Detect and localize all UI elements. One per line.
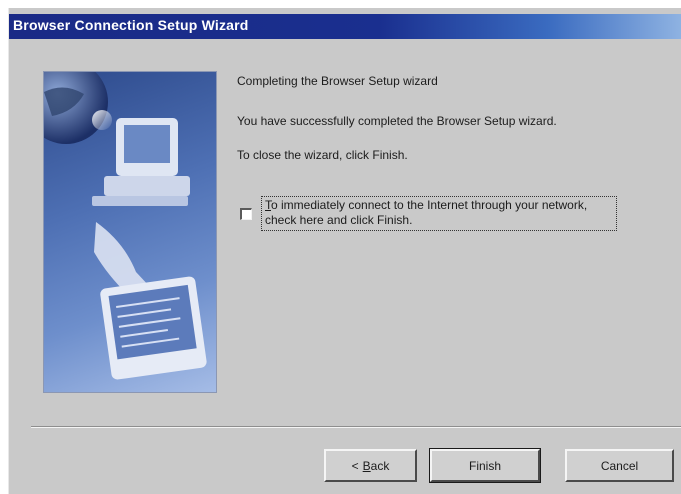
page-heading: Completing the Browser Setup wizard — [237, 74, 438, 88]
wizard-dialog: Browser Connection Setup Wizard Completi… — [8, 8, 681, 494]
back-button[interactable]: < Back — [324, 449, 417, 482]
close-instructions: To close the wizard, click Finish. — [237, 148, 408, 162]
back-accel: B — [362, 458, 371, 473]
button-separator — [31, 426, 681, 428]
wizard-illustration — [43, 71, 217, 393]
cancel-button[interactable]: Cancel — [565, 449, 674, 482]
computer-globe-image — [44, 72, 207, 380]
success-message: You have successfully completed the Brow… — [237, 114, 557, 128]
connect-now-checkbox[interactable] — [240, 208, 252, 220]
finish-label: Finish — [468, 458, 501, 473]
title-bar[interactable]: Browser Connection Setup Wizard — [9, 14, 681, 39]
window-title: Browser Connection Setup Wizard — [13, 17, 249, 33]
cancel-label: Cancel — [600, 458, 639, 473]
finish-button[interactable]: Finish — [429, 448, 541, 483]
connect-now-text: o immediately connect to the Internet th… — [265, 198, 588, 227]
connect-now-label[interactable]: To immediately connect to the Internet t… — [261, 196, 617, 231]
back-label: ack — [370, 458, 390, 473]
back-arrow: < — [351, 458, 359, 473]
